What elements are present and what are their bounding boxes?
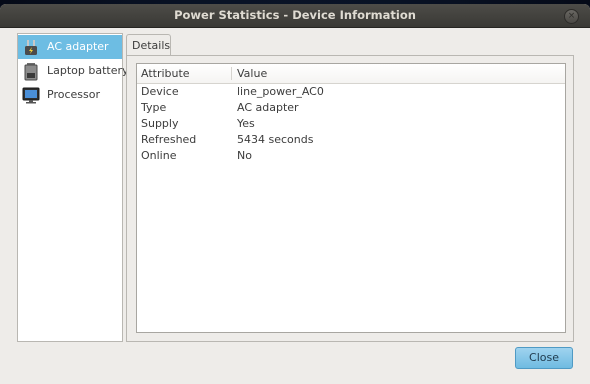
value-cell: Yes xyxy=(237,117,255,130)
attribute-cell: Device xyxy=(141,85,179,98)
device-information-window: Power Statistics - Device Information × … xyxy=(0,4,590,384)
close-button[interactable]: Close xyxy=(515,347,573,369)
processor-icon xyxy=(22,87,40,104)
window-title: Power Statistics - Device Information xyxy=(174,8,416,22)
column-header-value[interactable]: Value xyxy=(237,67,267,80)
device-item-label: AC adapter xyxy=(47,40,109,53)
column-divider[interactable] xyxy=(231,67,232,80)
ac-adapter-icon xyxy=(25,40,37,55)
device-item-label: Processor xyxy=(47,88,100,101)
attribute-cell: Supply xyxy=(141,117,179,130)
attribute-cell: Refreshed xyxy=(141,133,197,146)
device-list: AC adapter Laptop battery Processor xyxy=(17,33,129,342)
details-panel: Attribute Value Device line_power_AC0 Ty… xyxy=(126,55,574,342)
tab-label: Details xyxy=(132,39,171,52)
title-bar[interactable]: Power Statistics - Device Information × xyxy=(0,4,590,28)
value-cell: line_power_AC0 xyxy=(237,85,324,98)
table-row[interactable]: Device line_power_AC0 xyxy=(137,84,565,100)
attributes-table[interactable]: Attribute Value Device line_power_AC0 Ty… xyxy=(136,63,566,333)
value-cell: AC adapter xyxy=(237,101,299,114)
table-row[interactable]: Type AC adapter xyxy=(137,100,565,116)
table-row[interactable]: Supply Yes xyxy=(137,116,565,132)
laptop-battery-icon xyxy=(24,63,38,81)
attribute-cell: Online xyxy=(141,149,177,162)
table-header: Attribute Value xyxy=(137,64,565,84)
device-item-label: Laptop battery xyxy=(47,64,129,77)
device-item-ac-adapter[interactable]: AC adapter xyxy=(18,35,122,59)
attribute-cell: Type xyxy=(141,101,167,114)
tab-details[interactable]: Details xyxy=(126,34,171,56)
window-close-icon[interactable]: × xyxy=(564,9,579,24)
table-row[interactable]: Online No xyxy=(137,148,565,164)
column-header-attribute[interactable]: Attribute xyxy=(141,67,190,80)
table-row[interactable]: Refreshed 5434 seconds xyxy=(137,132,565,148)
device-item-laptop-battery[interactable]: Laptop battery xyxy=(18,59,129,83)
device-item-processor[interactable]: Processor xyxy=(18,83,122,107)
value-cell: No xyxy=(237,149,252,162)
value-cell: 5434 seconds xyxy=(237,133,314,146)
